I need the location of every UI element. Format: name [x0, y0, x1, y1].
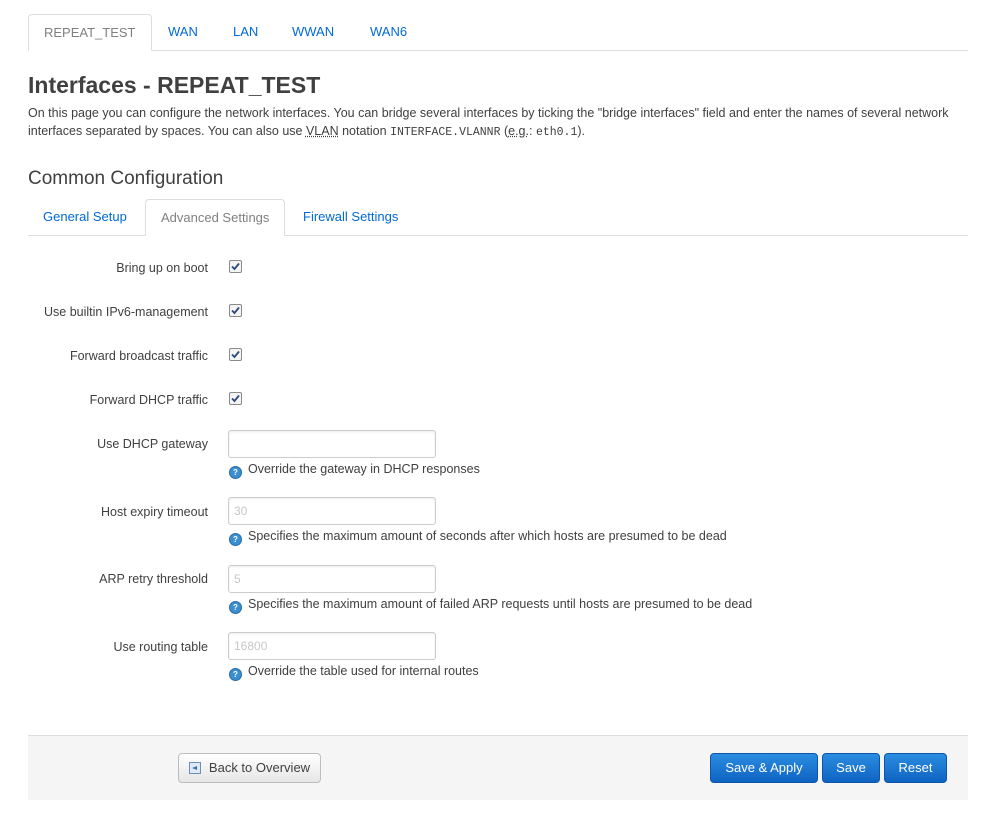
- arp-retry-input[interactable]: [228, 565, 436, 593]
- routing-table-label: Use routing table: [113, 640, 208, 654]
- dhcp-gateway-label: Use DHCP gateway: [97, 437, 208, 451]
- arp-retry-help: ? Specifies the maximum amount of failed …: [229, 597, 752, 614]
- help-icon: ?: [229, 533, 242, 546]
- arp-retry-label: ARP retry threshold: [99, 572, 208, 586]
- section-title: Common Configuration: [28, 168, 224, 189]
- vlan-abbr: VLAN: [305, 124, 339, 138]
- tab-wan[interactable]: WAN: [153, 14, 213, 49]
- save-apply-button[interactable]: Save & Apply: [710, 753, 818, 783]
- page-title: Interfaces - REPEAT_TEST: [28, 72, 321, 98]
- tab-repeat-test[interactable]: REPEAT_TEST: [28, 14, 152, 51]
- interface-tabs: REPEAT_TEST WAN LAN WWAN WAN6: [28, 14, 968, 51]
- back-arrow-icon: [188, 762, 201, 774]
- host-expiry-label: Host expiry timeout: [101, 505, 208, 519]
- tab-firewall-settings[interactable]: Firewall Settings: [288, 199, 413, 234]
- reset-button[interactable]: Reset: [884, 753, 947, 783]
- host-expiry-help: ? Specifies the maximum amount of seconds…: [229, 529, 727, 546]
- back-to-overview-button[interactable]: Back to Overview: [178, 753, 321, 783]
- tab-advanced-settings[interactable]: Advanced Settings: [145, 199, 286, 236]
- form-actions: Back to Overview Save & Apply Save Reset: [28, 735, 968, 800]
- tab-lan[interactable]: LAN: [218, 14, 273, 49]
- tab-general-setup[interactable]: General Setup: [28, 199, 142, 234]
- dhcp-gateway-input[interactable]: [228, 430, 436, 458]
- bring-up-on-boot-label: Bring up on boot: [116, 261, 208, 275]
- bring-up-on-boot-checkbox[interactable]: [229, 260, 242, 273]
- help-icon: ?: [229, 601, 242, 614]
- routing-table-input[interactable]: [228, 632, 436, 660]
- ipv6-management-checkbox[interactable]: [229, 304, 242, 317]
- forward-dhcp-label: Forward DHCP traffic: [89, 393, 208, 407]
- ipv6-management-label: Use builtin IPv6-management: [44, 305, 208, 319]
- help-icon: ?: [229, 466, 242, 479]
- forward-broadcast-label: Forward broadcast traffic: [69, 349, 208, 363]
- page-description: On this page you can configure the netwo…: [28, 106, 949, 139]
- routing-table-help: ? Override the table used for internal ro…: [229, 664, 479, 681]
- host-expiry-input[interactable]: [228, 497, 436, 525]
- code-interface-vlannr: INTERFACE.VLANNR: [390, 126, 501, 139]
- section-tabs: General Setup Advanced Settings Firewall…: [28, 199, 968, 236]
- eg-abbr: e.g.: [508, 124, 529, 138]
- checkmark-icon: [231, 262, 240, 271]
- forward-broadcast-checkbox[interactable]: [229, 348, 242, 361]
- help-icon: ?: [229, 668, 242, 681]
- checkmark-icon: [231, 350, 240, 359]
- dhcp-gateway-help: ? Override the gateway in DHCP responses: [229, 462, 480, 479]
- checkmark-icon: [231, 306, 240, 315]
- forward-dhcp-checkbox[interactable]: [229, 392, 242, 405]
- tab-wwan[interactable]: WWAN: [277, 14, 349, 49]
- save-button[interactable]: Save: [822, 753, 880, 783]
- tab-wan6[interactable]: WAN6: [355, 14, 422, 49]
- checkmark-icon: [231, 394, 240, 403]
- code-eth0-1: eth0.1: [535, 126, 578, 139]
